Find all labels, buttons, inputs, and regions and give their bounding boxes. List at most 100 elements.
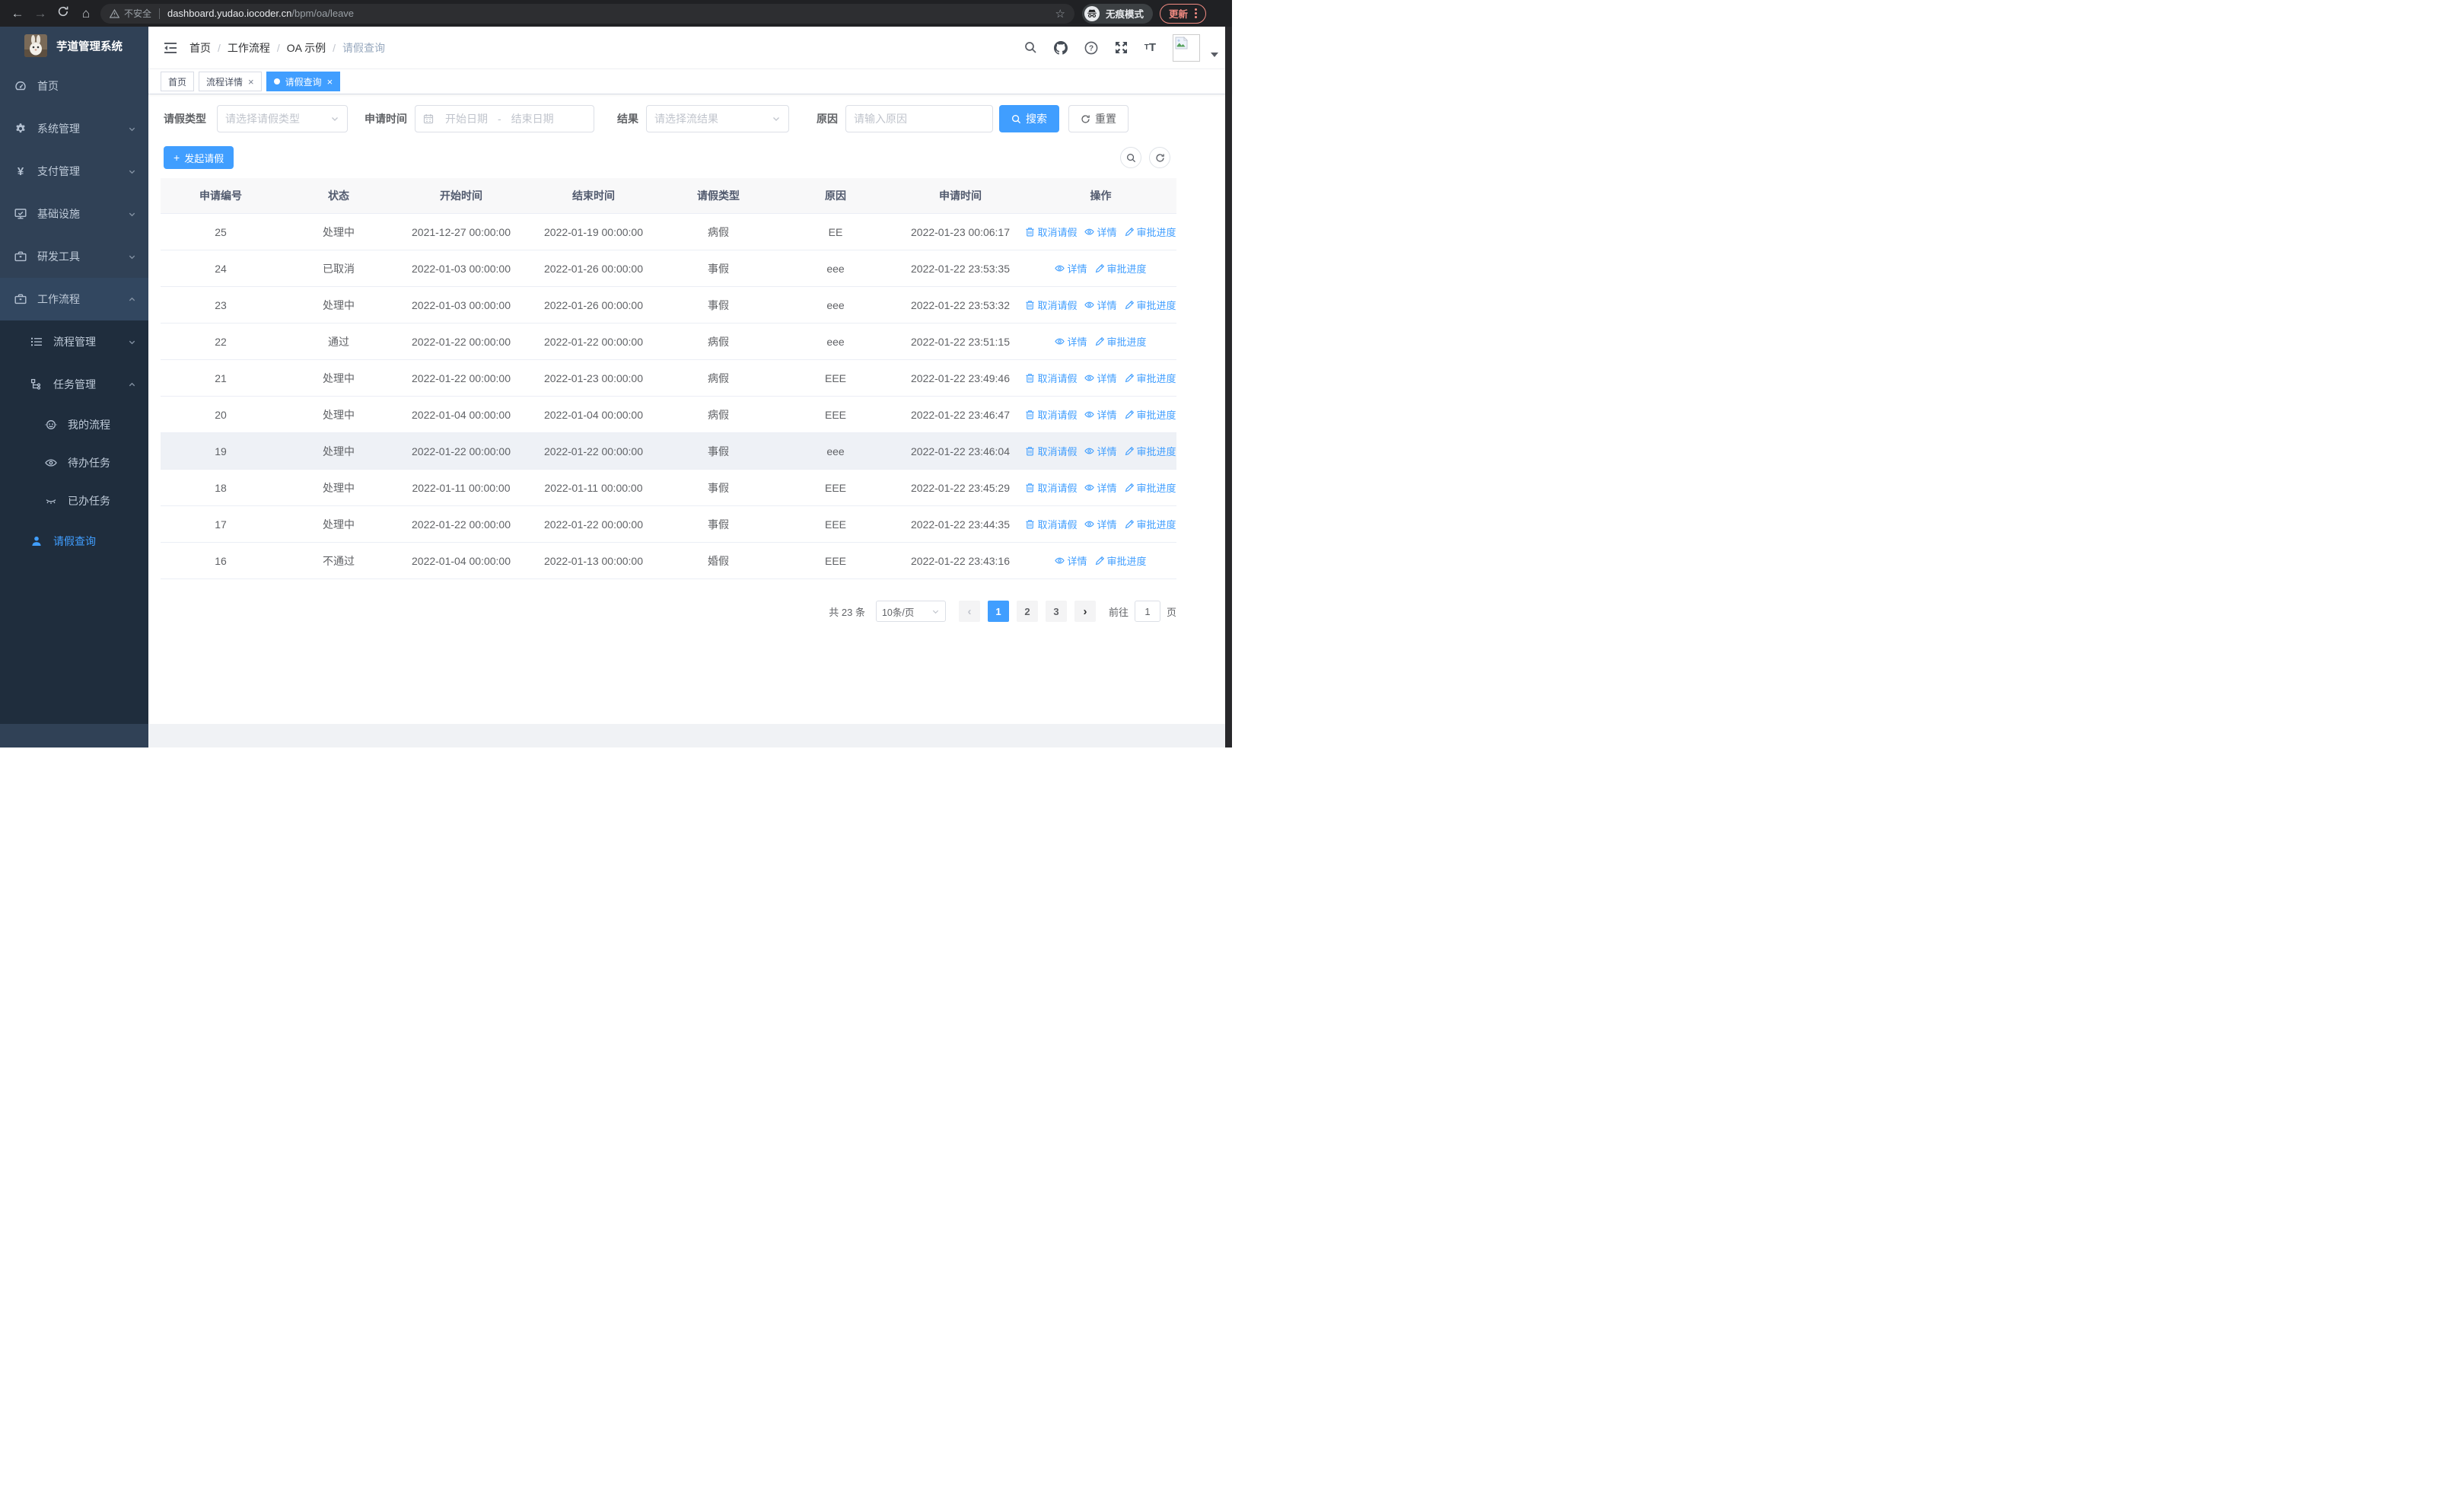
bookmark-star-icon[interactable]: ☆ — [1055, 7, 1065, 21]
table-row[interactable]: 23 处理中 2022-01-03 00:00:00 2022-01-26 00… — [161, 287, 1176, 324]
approval-progress-link[interactable]: 审批进度 — [1125, 225, 1176, 239]
table-row[interactable]: 16 不通过 2022-01-04 00:00:00 2022-01-13 00… — [161, 543, 1176, 579]
page-button-1[interactable]: 1 — [987, 601, 1009, 622]
close-icon[interactable]: × — [327, 76, 333, 88]
cancel-leave-link[interactable]: 取消请假 — [1025, 517, 1077, 531]
avatar[interactable] — [1173, 33, 1200, 62]
reset-button[interactable]: 重置 — [1068, 105, 1129, 132]
cancel-leave-link[interactable]: 取消请假 — [1025, 444, 1077, 458]
sidebar-item-leave-query[interactable]: 请假查询 — [0, 520, 148, 563]
approval-progress-link[interactable]: 审批进度 — [1125, 298, 1176, 312]
sidebar-item-infrastructure[interactable]: 基础设施 — [0, 193, 148, 235]
page-content: 请假类型 请选择请假类型 申请时间 - 结果 请选择流结果 — [148, 94, 1176, 724]
search-icon[interactable] — [1024, 41, 1037, 54]
table-row[interactable]: 22 通过 2022-01-22 00:00:00 2022-01-22 00:… — [161, 324, 1176, 360]
sidebar-item-my-processes[interactable]: 我的流程 — [0, 406, 148, 444]
sidebar-item-label: 支付管理 — [37, 165, 80, 177]
table-row[interactable]: 17 处理中 2022-01-22 00:00:00 2022-01-22 00… — [161, 506, 1176, 543]
sidebar-item-workflow[interactable]: 工作流程 — [0, 278, 148, 320]
fullscreen-icon[interactable] — [1115, 41, 1128, 54]
forward-icon[interactable]: → — [29, 6, 52, 21]
leave-type-select[interactable]: 请选择请假类型 — [217, 105, 348, 132]
sidebar-item-payment[interactable]: ¥ 支付管理 — [0, 150, 148, 193]
close-icon[interactable]: × — [248, 76, 254, 88]
sidebar-item-process-management[interactable]: 流程管理 — [0, 320, 148, 363]
tab-home[interactable]: 首页 — [161, 72, 195, 91]
home-icon[interactable]: ⌂ — [75, 6, 97, 21]
monitor-icon — [14, 208, 27, 220]
cell-reason: EEE — [824, 518, 846, 531]
refresh-icon[interactable] — [1149, 147, 1170, 168]
end-date-input[interactable] — [504, 113, 561, 125]
approval-progress-link[interactable]: 审批进度 — [1125, 371, 1176, 385]
address-bar[interactable]: 不安全 dashboard.yudao.iocoder.cn /bpm/oa/l… — [100, 3, 1074, 24]
toggle-search-icon[interactable] — [1120, 147, 1141, 168]
detail-link[interactable]: 详情 — [1084, 480, 1117, 495]
sidebar-fold-icon[interactable] — [164, 42, 177, 54]
prev-page-button[interactable]: ‹ — [958, 601, 980, 622]
page-size-select[interactable]: 10条/页 — [875, 601, 946, 622]
cancel-leave-link[interactable]: 取消请假 — [1025, 407, 1077, 422]
detail-link[interactable]: 详情 — [1084, 517, 1117, 531]
sidebar-item-dev-tools[interactable]: 研发工具 — [0, 235, 148, 278]
detail-link[interactable]: 详情 — [1084, 225, 1117, 239]
approval-progress-link[interactable]: 审批进度 — [1125, 444, 1176, 458]
approval-progress-link[interactable]: 审批进度 — [1125, 517, 1176, 531]
github-icon[interactable] — [1053, 40, 1068, 55]
browser-update-button[interactable]: 更新 — [1160, 3, 1207, 24]
reason-input[interactable] — [854, 113, 976, 125]
cancel-leave-link[interactable]: 取消请假 — [1025, 298, 1077, 312]
approval-progress-link[interactable]: 审批进度 — [1095, 334, 1147, 349]
approval-progress-link[interactable]: 审批进度 — [1125, 407, 1176, 422]
search-button[interactable]: 搜索 — [999, 105, 1059, 132]
table-row[interactable]: 24 已取消 2022-01-03 00:00:00 2022-01-26 00… — [161, 250, 1176, 287]
apply-time-range-picker[interactable]: - — [415, 105, 594, 132]
breadcrumb-home[interactable]: 首页 — [189, 40, 211, 56]
detail-link[interactable]: 详情 — [1055, 553, 1087, 568]
create-leave-button[interactable]: + 发起请假 — [164, 146, 234, 169]
detail-link[interactable]: 详情 — [1055, 261, 1087, 276]
tab-process-detail[interactable]: 流程详情 × — [199, 72, 262, 91]
detail-link[interactable]: 详情 — [1084, 407, 1117, 422]
start-date-input[interactable] — [438, 113, 495, 125]
detail-link[interactable]: 详情 — [1084, 444, 1117, 458]
sidebar-item-home[interactable]: 首页 — [0, 65, 148, 107]
help-icon[interactable]: ? — [1084, 41, 1098, 55]
detail-link[interactable]: 详情 — [1084, 371, 1117, 385]
cancel-leave-link[interactable]: 取消请假 — [1025, 371, 1077, 385]
breadcrumb-workflow[interactable]: 工作流程 — [228, 40, 270, 56]
approval-progress-link[interactable]: 审批进度 — [1095, 261, 1147, 276]
cell-status: 处理中 — [323, 298, 355, 311]
reload-icon[interactable] — [52, 5, 75, 21]
font-size-icon[interactable]: TT — [1144, 41, 1156, 54]
table-row[interactable]: 20 处理中 2022-01-04 00:00:00 2022-01-04 00… — [161, 397, 1176, 433]
page-scrollbar[interactable] — [1225, 27, 1232, 748]
browser-menu-icon[interactable] — [1195, 8, 1198, 18]
sidebar-logo-row[interactable]: 芋道管理系统 — [0, 27, 148, 65]
back-icon[interactable]: ← — [6, 6, 29, 21]
goto-page-input[interactable] — [1134, 601, 1160, 622]
table-row[interactable]: 21 处理中 2022-01-22 00:00:00 2022-01-23 00… — [161, 360, 1176, 397]
toolbar-row: + 发起请假 — [161, 146, 1176, 169]
result-select[interactable]: 请选择流结果 — [646, 105, 789, 132]
cancel-leave-link[interactable]: 取消请假 — [1025, 225, 1077, 239]
sidebar-item-task-management[interactable]: 任务管理 — [0, 363, 148, 406]
table-row[interactable]: 19 处理中 2022-01-22 00:00:00 2022-01-22 00… — [161, 433, 1176, 470]
page-button-2[interactable]: 2 — [1016, 601, 1038, 622]
table-row[interactable]: 25 处理中 2021-12-27 00:00:00 2022-01-19 00… — [161, 214, 1176, 250]
page-button-3[interactable]: 3 — [1045, 601, 1067, 622]
breadcrumb-oa-example[interactable]: OA 示例 — [287, 40, 326, 56]
table-row[interactable]: 18 处理中 2022-01-11 00:00:00 2022-01-11 00… — [161, 470, 1176, 506]
avatar-caret-icon[interactable] — [1211, 52, 1218, 57]
detail-link[interactable]: 详情 — [1055, 334, 1087, 349]
next-page-button[interactable]: › — [1074, 601, 1096, 622]
approval-progress-link[interactable]: 审批进度 — [1095, 553, 1147, 568]
tab-leave-query[interactable]: 请假查询 × — [266, 72, 341, 91]
sidebar-item-system[interactable]: 系统管理 — [0, 107, 148, 150]
detail-link[interactable]: 详情 — [1084, 298, 1117, 312]
sidebar-item-todo-tasks[interactable]: 待办任务 — [0, 444, 148, 482]
sidebar-item-done-tasks[interactable]: 已办任务 — [0, 482, 148, 520]
approval-progress-link[interactable]: 审批进度 — [1125, 480, 1176, 495]
cell-status: 处理中 — [323, 445, 355, 457]
cancel-leave-link[interactable]: 取消请假 — [1025, 480, 1077, 495]
